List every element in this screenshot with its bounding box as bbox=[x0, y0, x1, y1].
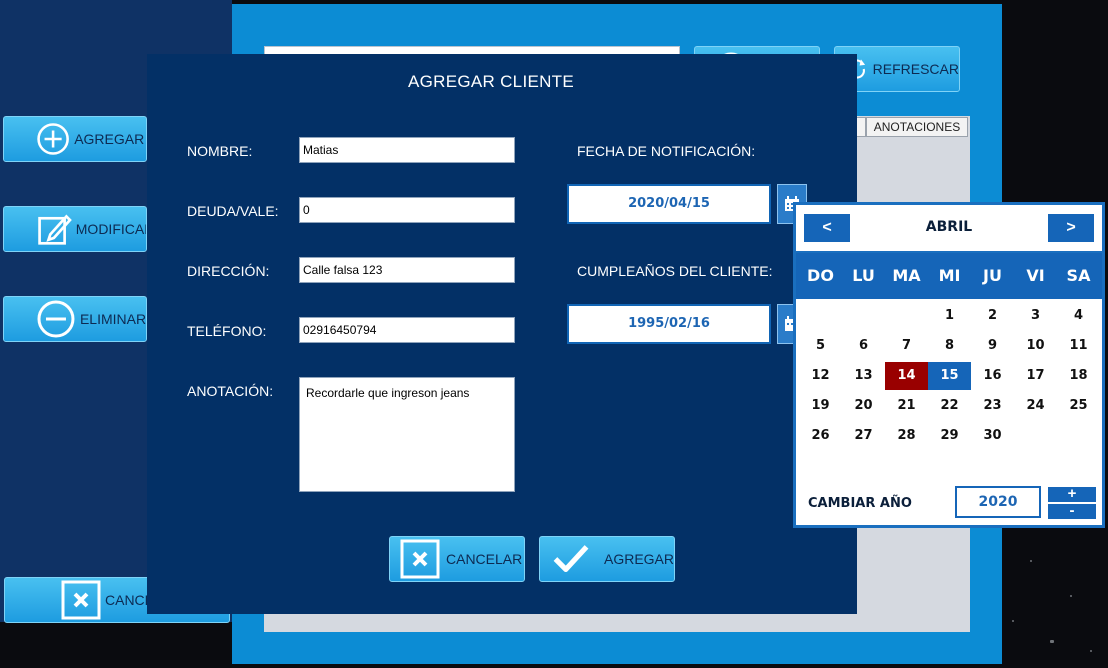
year-increment-button[interactable]: + bbox=[1048, 486, 1096, 502]
calendar-day[interactable]: 14 bbox=[885, 362, 928, 390]
calendar-day[interactable]: 26 bbox=[799, 422, 842, 450]
weekday-ju: JU bbox=[983, 266, 1002, 285]
dialog-add-label: AGREGAR bbox=[603, 551, 674, 567]
calendar-day[interactable]: 28 bbox=[885, 422, 928, 450]
calendar-day[interactable]: 24 bbox=[1014, 392, 1057, 420]
name-field[interactable] bbox=[299, 137, 515, 163]
calendar-day[interactable]: 23 bbox=[971, 392, 1014, 420]
birthday-label: CUMPLEAÑOS DEL CLIENTE: bbox=[577, 263, 773, 279]
note-textarea[interactable]: Recordarle que ingreson jeans bbox=[299, 377, 515, 492]
dialog-cancel-button[interactable]: CANCELAR bbox=[389, 536, 525, 582]
calendar-day[interactable]: 9 bbox=[971, 332, 1014, 360]
change-year-label: CAMBIAR AÑO bbox=[808, 496, 912, 511]
debt-field[interactable] bbox=[299, 197, 515, 223]
calendar-day[interactable]: 21 bbox=[885, 392, 928, 420]
year-field[interactable]: 2020 bbox=[955, 486, 1041, 518]
calendar-day[interactable]: 10 bbox=[1014, 332, 1057, 360]
weekday-vi: VI bbox=[1026, 266, 1045, 285]
delete-client-button[interactable]: ELIMINAR bbox=[3, 296, 147, 342]
weekday-mi: MI bbox=[938, 266, 961, 285]
dialog-cancel-label: CANCELAR bbox=[446, 551, 523, 567]
year-decrement-button[interactable]: - bbox=[1048, 503, 1096, 519]
dialog-title: AGREGAR CLIENTE bbox=[407, 72, 575, 91]
edit-icon bbox=[38, 214, 72, 245]
weekday-do: DO bbox=[807, 266, 834, 285]
notify-date-field[interactable]: 2020/04/15 bbox=[567, 184, 771, 224]
name-label: NOMBRE: bbox=[187, 143, 253, 159]
weekday-lu: LU bbox=[852, 266, 875, 285]
table-header-anotaciones[interactable]: ANOTACIONES bbox=[866, 117, 968, 137]
table-header-cell[interactable] bbox=[856, 117, 866, 137]
checkmark-icon bbox=[553, 545, 589, 572]
calendar-day[interactable]: 13 bbox=[842, 362, 885, 390]
note-label: ANOTACIÓN: bbox=[187, 383, 274, 399]
calendar-day[interactable]: 7 bbox=[885, 332, 928, 360]
calendar-day[interactable]: 4 bbox=[1057, 302, 1100, 330]
month-label: ABRIL bbox=[925, 219, 973, 235]
calendar-day[interactable]: 20 bbox=[842, 392, 885, 420]
minus-circle-icon bbox=[37, 300, 75, 338]
modify-client-button[interactable]: MODIFICAR bbox=[3, 206, 147, 252]
add-client-dialog: AGREGAR CLIENTE NOMBRE: DEUDA/VALE: DIRE… bbox=[147, 54, 857, 614]
calendar-day[interactable]: 8 bbox=[928, 332, 971, 360]
notify-date-label: FECHA DE NOTIFICACIÓN: bbox=[577, 143, 756, 159]
delete-client-label: ELIMINAR bbox=[79, 311, 146, 327]
close-box-icon bbox=[61, 580, 101, 620]
calendar-day[interactable]: 15 bbox=[928, 362, 971, 390]
calendar-day[interactable]: 6 bbox=[842, 332, 885, 360]
calendar-day[interactable]: 3 bbox=[1014, 302, 1057, 330]
add-client-button[interactable]: AGREGAR C bbox=[3, 116, 147, 162]
calendar-day[interactable]: 30 bbox=[971, 422, 1014, 450]
calendar-day[interactable]: 25 bbox=[1057, 392, 1100, 420]
calendar-day[interactable]: 18 bbox=[1057, 362, 1100, 390]
refresh-label: REFRESCAR bbox=[872, 61, 959, 77]
debt-label: DEUDA/VALE: bbox=[187, 203, 279, 219]
calendar-header: < ABRIL > bbox=[796, 205, 1102, 253]
plus-circle-icon bbox=[37, 123, 69, 155]
phone-label: TELÉFONO: bbox=[187, 323, 267, 339]
weekday-ma: MA bbox=[892, 266, 921, 285]
calendar-day[interactable]: 11 bbox=[1057, 332, 1100, 360]
address-label: DIRECCIÓN: bbox=[187, 263, 270, 279]
add-client-label: AGREGAR C bbox=[74, 131, 146, 147]
calendar-day[interactable]: 12 bbox=[799, 362, 842, 390]
calendar-day[interactable]: 29 bbox=[928, 422, 971, 450]
calendar-day[interactable]: 17 bbox=[1014, 362, 1057, 390]
weekday-sa: SA bbox=[1066, 266, 1091, 285]
calendar-day[interactable]: 22 bbox=[928, 392, 971, 420]
calendar-day[interactable]: 5 bbox=[799, 332, 842, 360]
calendar-day[interactable]: 1 bbox=[928, 302, 971, 330]
next-month-button[interactable]: > bbox=[1048, 214, 1094, 242]
close-box-icon bbox=[400, 539, 440, 579]
address-field[interactable] bbox=[299, 257, 515, 283]
dialog-add-button[interactable]: AGREGAR bbox=[539, 536, 675, 582]
weekday-header: DO LU MA MI JU VI SA bbox=[796, 253, 1102, 299]
birthday-date-field[interactable]: 1995/02/16 bbox=[567, 304, 771, 344]
calendar-day[interactable]: 19 bbox=[799, 392, 842, 420]
modify-client-label: MODIFICAR bbox=[75, 221, 146, 237]
calendar-day[interactable]: 16 bbox=[971, 362, 1014, 390]
phone-field[interactable] bbox=[299, 317, 515, 343]
calendar-day[interactable]: 27 bbox=[842, 422, 885, 450]
prev-month-button[interactable]: < bbox=[804, 214, 850, 242]
calendar-day[interactable]: 2 bbox=[971, 302, 1014, 330]
calendar-popup: < ABRIL > DO LU MA MI JU VI SA 1 2 3 4 5 6 7 8 9 10 11 12… bbox=[793, 202, 1105, 528]
